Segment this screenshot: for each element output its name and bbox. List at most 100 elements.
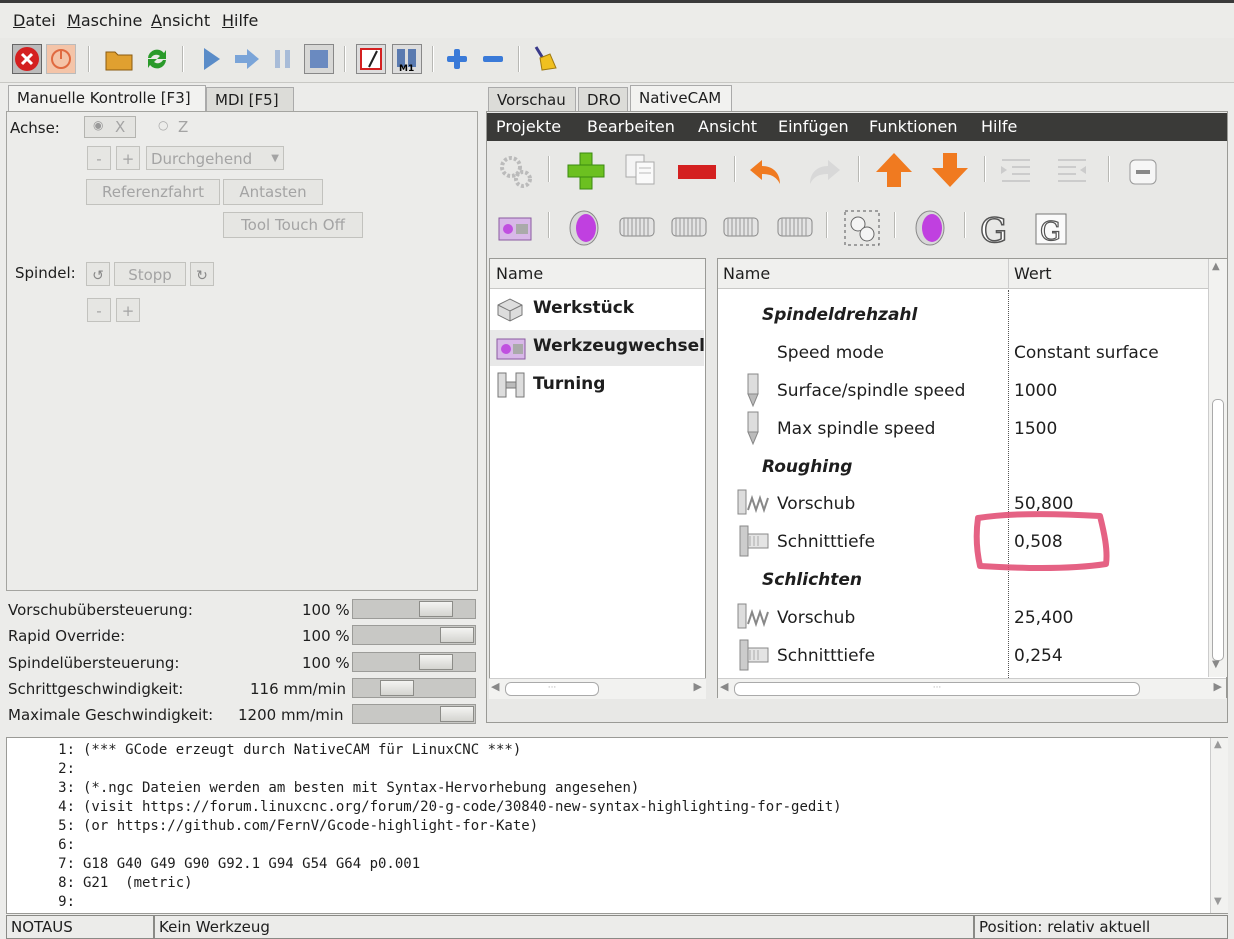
menu-datei[interactable]: Datei [13, 11, 56, 30]
tree-item-tool-change[interactable]: Werkzeugwechsel [493, 332, 705, 362]
slider-knob[interactable] [419, 654, 453, 670]
ncam-menu-ansicht[interactable]: Ansicht [698, 117, 757, 136]
touch-off-button[interactable]: Antasten [223, 179, 323, 205]
collapse-button[interactable] [1128, 158, 1158, 190]
zoom-out-button[interactable] [478, 44, 508, 74]
remove-button[interactable] [676, 162, 718, 186]
unindent-button[interactable] [1054, 152, 1090, 192]
menu-ansicht[interactable]: Ansicht [151, 11, 210, 30]
row-name-speed-mode[interactable]: Speed mode [777, 343, 884, 363]
jog-mode-select[interactable]: Durchgehend ▼ [146, 146, 284, 170]
row-value-surface-speed[interactable]: 1000 [1014, 381, 1057, 401]
tree-item-turning[interactable]: Turning [493, 370, 703, 400]
table-hscrollbar[interactable]: ◀ ··· ▶ [718, 678, 1226, 699]
move-down-button[interactable] [930, 150, 970, 194]
max-velocity-slider[interactable] [352, 704, 476, 724]
slider-knob[interactable] [440, 706, 474, 722]
stop-button[interactable] [304, 44, 334, 74]
tab-dro[interactable]: DRO [578, 87, 628, 113]
clear-plot-button[interactable] [530, 44, 560, 74]
reload-button[interactable] [142, 44, 172, 74]
pause-button[interactable] [268, 44, 298, 74]
undo-button[interactable] [748, 154, 784, 194]
gcode-view[interactable]: 1: (*** GCode erzeugt durch NativeCAM für… [6, 737, 1228, 914]
tab-nativecam[interactable]: NativeCAM [630, 85, 732, 113]
tool-touch-off-button[interactable]: Tool Touch Off [223, 212, 363, 238]
ncam-menu-funktionen[interactable]: Funktionen [869, 117, 958, 136]
scroll-thumb[interactable] [1212, 399, 1224, 661]
feed-override-slider[interactable] [352, 599, 476, 619]
rapid-override-slider[interactable] [352, 625, 476, 645]
row-name-roughing-feed[interactable]: Vorschub [777, 494, 855, 514]
row-name-surface-speed[interactable]: Surface/spindle speed [777, 381, 965, 401]
spindle-override-slider[interactable] [352, 652, 476, 672]
row-name-max-spindle[interactable]: Max spindle speed [777, 419, 935, 439]
spindle-minus-button[interactable]: - [87, 298, 111, 322]
thread-tool-button-2[interactable] [670, 214, 708, 244]
tree-item-workpiece[interactable]: Werkstück [493, 294, 703, 324]
settings-button[interactable] [496, 152, 536, 196]
ncam-menu-bearbeiten[interactable]: Bearbeiten [587, 117, 675, 136]
row-name-finishing-depth[interactable]: Schnitttiefe [777, 646, 875, 666]
main-toolbar: M1 [0, 38, 1234, 83]
spindle-stop-button[interactable]: Stopp [114, 262, 186, 286]
column-header-value[interactable]: Wert [1008, 259, 1208, 289]
jog-minus-button[interactable]: - [87, 146, 111, 170]
open-file-button[interactable] [104, 44, 134, 74]
row-value-speed-mode[interactable]: Constant surface [1014, 343, 1159, 363]
tree-header[interactable]: Name [490, 259, 705, 289]
rapid-override-label: Rapid Override: [8, 627, 126, 645]
slider-knob[interactable] [419, 601, 453, 617]
gcode-vscrollbar[interactable]: ▲ ▼ [1210, 738, 1228, 913]
menu-hilfe[interactable]: Hilfe [222, 11, 258, 30]
block-delete-button[interactable] [356, 44, 386, 74]
menu-maschine[interactable]: Maschine [67, 11, 142, 30]
thread-tool-button-4[interactable] [776, 214, 814, 244]
table-vscrollbar[interactable]: ▲ ▼ [1208, 259, 1227, 677]
redo-button[interactable] [806, 154, 842, 194]
optional-stop-button[interactable]: M1 [392, 44, 422, 74]
axis-x-radio[interactable]: ◉ X [84, 116, 136, 138]
zoom-in-button[interactable] [442, 44, 472, 74]
indent-button[interactable] [998, 152, 1034, 192]
workpiece-tool-button[interactable] [566, 208, 602, 252]
group-button[interactable] [842, 208, 882, 252]
run-button[interactable] [196, 44, 226, 74]
add-button[interactable] [565, 150, 607, 196]
tab-preview[interactable]: Vorschau [488, 87, 576, 113]
spindle-cw-button[interactable]: ↻ [190, 262, 214, 286]
spindle-plus-button[interactable]: + [116, 298, 140, 322]
row-name-roughing-depth[interactable]: Schnitttiefe [777, 532, 875, 552]
scroll-thumb[interactable]: ··· [505, 682, 599, 696]
duplicate-button[interactable] [624, 152, 660, 192]
jog-speed-slider[interactable] [352, 678, 476, 698]
operation-button[interactable] [912, 208, 948, 252]
gcode-line-text: G18 G40 G49 G90 G92.1 G94 G54 G64 p0.001 [83, 856, 421, 872]
tree-hscrollbar[interactable]: ◀ ··· ▶ [489, 678, 706, 699]
ncam-menu-hilfe[interactable]: Hilfe [981, 117, 1017, 136]
tab-mdi[interactable]: MDI [F5] [206, 87, 294, 113]
axis-z-radio[interactable]: ○ Z [156, 117, 196, 139]
thread-tool-button-3[interactable] [722, 214, 760, 244]
move-up-button[interactable] [874, 150, 914, 194]
gcode-button[interactable]: G [978, 210, 1014, 252]
thread-tool-button-1[interactable] [618, 214, 656, 244]
slider-knob[interactable] [380, 680, 414, 696]
spindle-ccw-button[interactable]: ↺ [86, 262, 110, 286]
scroll-thumb[interactable]: ··· [734, 682, 1140, 696]
step-button[interactable] [232, 44, 262, 74]
ncam-menu-projekte[interactable]: Projekte [496, 117, 561, 136]
jog-plus-button[interactable]: + [116, 146, 140, 170]
slider-knob[interactable] [440, 627, 474, 643]
tab-manual-control[interactable]: Manuelle Kontrolle [F3] [8, 85, 206, 113]
row-value-finishing-feed[interactable]: 25,400 [1014, 608, 1073, 628]
row-name-finishing-feed[interactable]: Vorschub [777, 608, 855, 628]
estop-button[interactable] [12, 44, 42, 74]
ncam-menu-einfuegen[interactable]: Einfügen [778, 117, 849, 136]
gcode-file-button[interactable]: G [1032, 210, 1070, 252]
home-button[interactable]: Referenzfahrt [86, 179, 220, 205]
tool-change-tool-button[interactable] [496, 210, 534, 250]
row-value-finishing-depth[interactable]: 0,254 [1014, 646, 1063, 666]
machine-power-button[interactable] [46, 44, 76, 74]
row-value-max-spindle[interactable]: 1500 [1014, 419, 1057, 439]
